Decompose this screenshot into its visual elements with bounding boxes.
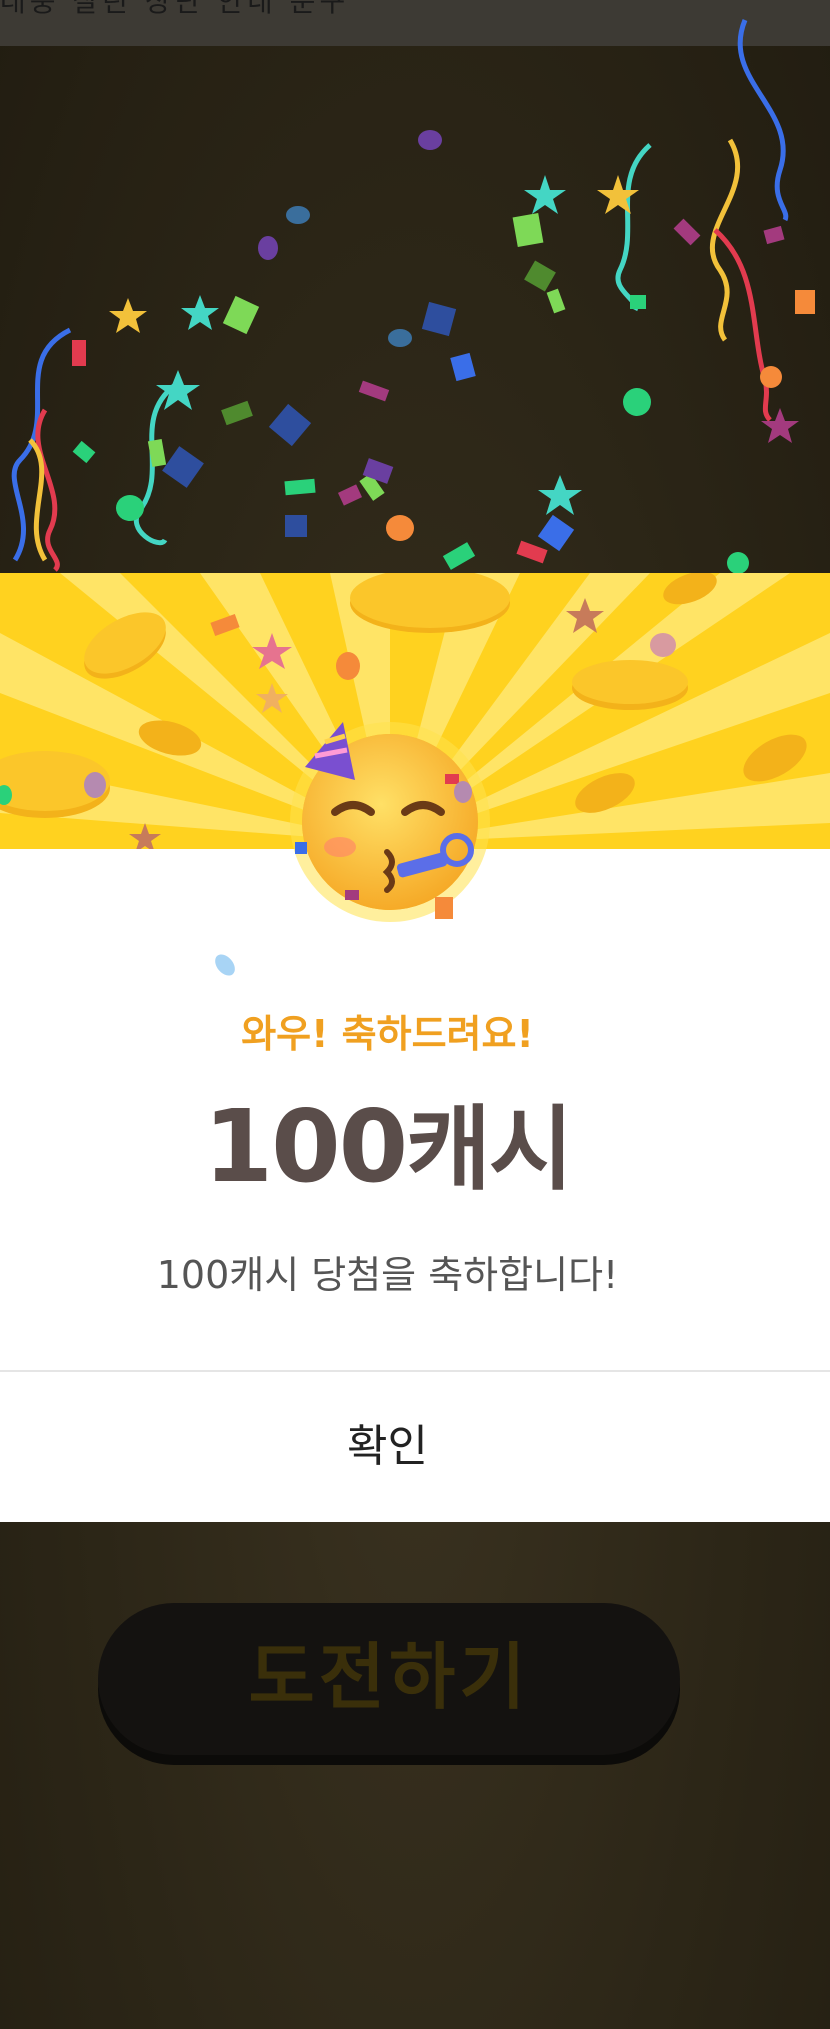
- headline: 와우! 축하드려요!: [241, 1012, 534, 1056]
- reward-amount-unit: 캐시: [406, 1096, 573, 1203]
- reward-message: 100캐시 당첨을 축하합니다!: [156, 1253, 619, 1297]
- reward-amount: 100캐시: [0, 1075, 775, 1208]
- screen: 대충 잘린 상단 안내 문구 와우! 축하드려요! 100캐시 100캐시 당첨…: [0, 0, 830, 2029]
- partying-face-icon: [290, 722, 490, 922]
- status-bar: 대충 잘린 상단 안내 문구: [0, 0, 830, 46]
- challenge-button: 도전하기: [98, 1603, 680, 1755]
- reward-amount-number: 100: [203, 1088, 408, 1205]
- confetti-piece: [215, 954, 235, 976]
- status-bar-text: 대충 잘린 상단 안내 문구: [0, 0, 350, 18]
- confirm-button[interactable]: 확인: [0, 1372, 775, 1522]
